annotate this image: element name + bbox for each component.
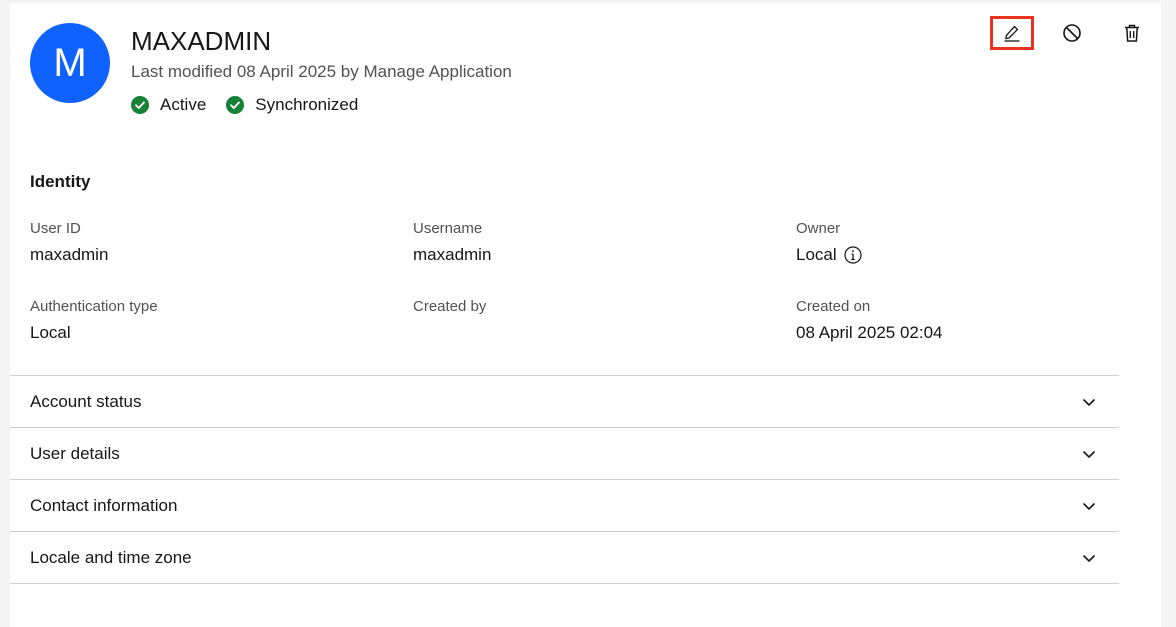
chevron-down-icon xyxy=(1082,554,1096,562)
username-label: Username xyxy=(413,220,483,237)
username-value: maxadmin xyxy=(413,245,492,264)
check-circle-icon xyxy=(131,96,149,114)
chevron-down-icon xyxy=(1082,502,1096,510)
disable-icon xyxy=(1063,24,1081,42)
owner-value: Local xyxy=(796,244,862,266)
accordion-label: Locale and time zone xyxy=(30,547,192,567)
last-modified-text: Last modified 08 April 2025 by Manage Ap… xyxy=(131,62,512,81)
edit-icon xyxy=(1004,25,1020,42)
delete-button[interactable] xyxy=(1110,16,1154,50)
info-icon[interactable] xyxy=(844,246,862,264)
status-badge-label: Active xyxy=(160,95,207,114)
trash-icon xyxy=(1125,24,1139,42)
status-badge-active: Active xyxy=(131,94,206,116)
status-badge-synchronized: Synchronized xyxy=(226,94,358,116)
owner-label: Owner xyxy=(796,220,841,237)
accordion-contact-information[interactable]: Contact information xyxy=(10,479,1119,531)
user-id-value: maxadmin xyxy=(30,245,109,264)
accordion-label: Account status xyxy=(30,391,142,411)
auth-type-label: Authentication type xyxy=(30,298,158,315)
user-detail-card: M MAXADMIN Last modified 08 April 2025 b… xyxy=(10,3,1161,627)
auth-type-value: Local xyxy=(30,323,71,342)
page-title: MAXADMIN xyxy=(131,26,272,56)
identity-section-title: Identity xyxy=(30,172,91,191)
avatar: M xyxy=(30,23,110,103)
accordion-label: User details xyxy=(30,443,120,463)
detail-accordion: Account status User details Contact info… xyxy=(10,375,1119,584)
chevron-down-icon xyxy=(1082,450,1096,458)
avatar-initial: M xyxy=(53,40,87,85)
created-by-label: Created by xyxy=(413,298,487,315)
accordion-locale-time-zone[interactable]: Locale and time zone xyxy=(10,531,1119,584)
accordion-label: Contact information xyxy=(30,495,178,515)
user-id-label: User ID xyxy=(30,220,81,237)
status-badges: Active Synchronized xyxy=(131,94,378,116)
accordion-account-status[interactable]: Account status xyxy=(10,375,1119,427)
edit-button[interactable] xyxy=(990,16,1034,50)
status-badge-label: Synchronized xyxy=(255,95,359,114)
disable-user-button[interactable] xyxy=(1050,16,1094,50)
check-circle-icon xyxy=(226,96,245,114)
chevron-down-icon xyxy=(1082,398,1096,406)
accordion-user-details[interactable]: User details xyxy=(10,427,1119,479)
created-on-label: Created on xyxy=(796,298,871,315)
owner-value-text: Local xyxy=(796,245,837,264)
created-on-value: 08 April 2025 02:04 xyxy=(796,323,943,342)
